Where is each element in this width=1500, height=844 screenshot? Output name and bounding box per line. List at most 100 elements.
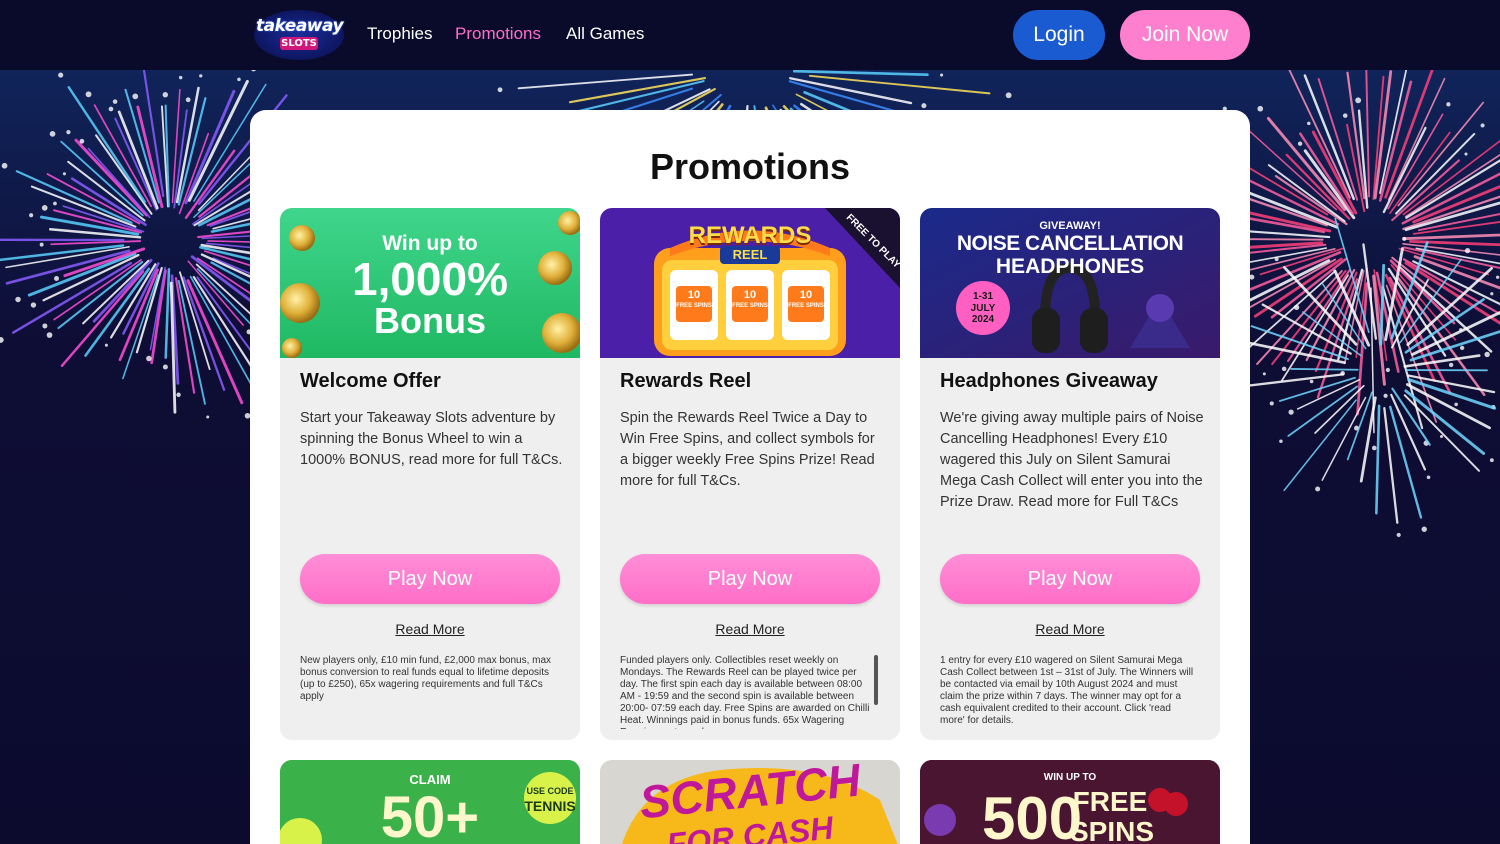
firework-spark [104, 343, 108, 347]
giveaway-date-month: JULY [970, 303, 996, 314]
promo-card-tennis[interactable]: CLAIM 50+ USE CODE TENNIS [280, 760, 580, 844]
firework-spark [108, 106, 114, 112]
promo-description: Start your Takeaway Slots adventure by s… [300, 410, 563, 468]
firework-spark [53, 201, 57, 206]
promo-card-scratch[interactable]: SCRATCH FOR CASH [600, 760, 900, 844]
firework-spark [79, 138, 85, 144]
firework-streak [1365, 70, 1371, 198]
nav-all-games[interactable]: All Games [566, 24, 644, 44]
firework-spark [112, 99, 118, 104]
play-now-button[interactable]: Play Now [620, 554, 880, 604]
firework-spark [66, 130, 71, 135]
firework-streak [808, 74, 991, 95]
firework-spark [1249, 274, 1255, 280]
play-now-button[interactable]: Play Now [940, 554, 1200, 604]
nav-trophies[interactable]: Trophies [367, 24, 433, 44]
firework-spark [1464, 152, 1468, 156]
giveaway-image-kicker: GIVEAWAY! [1039, 220, 1101, 232]
firework-spark [1279, 439, 1283, 444]
firework-spark [1315, 486, 1321, 492]
read-more-link[interactable]: Read More [600, 621, 900, 637]
firework-spark [54, 276, 60, 281]
tennis-image-amount: 50+ [380, 785, 480, 844]
promo-image-welcome[interactable]: Win up to 1,000% Bonus [280, 208, 580, 358]
spins-image-spins: SPINS [1070, 816, 1155, 844]
firework-spark [1402, 236, 1407, 241]
promo-card-headphones-giveaway: GIVEAWAY! NOISE CANCELLATION HEADPHONES … [920, 208, 1220, 740]
tennis-image-code-label: USE CODE [526, 786, 574, 796]
firework-spark [1383, 393, 1388, 398]
firework-spark [1385, 367, 1390, 373]
firework-spark [1288, 409, 1294, 415]
rewards-image-subtitle: REEL [732, 247, 768, 262]
firework-spark [1496, 275, 1500, 279]
reel-2-label: FREE SPINS [732, 303, 768, 309]
firework-spark [0, 337, 4, 343]
play-now-button[interactable]: Play Now [300, 554, 560, 604]
firework-spark [1480, 123, 1485, 128]
firework-spark [1297, 141, 1303, 146]
page-title: Promotions [649, 146, 850, 187]
promo-card-free-spins[interactable]: WIN UP TO 500 FREE SPINS [920, 760, 1220, 844]
firework-streak [0, 244, 125, 262]
join-now-button[interactable]: Join Now [1120, 10, 1250, 60]
firework-spark [162, 92, 169, 98]
firework-spark [1489, 458, 1494, 463]
promotions-panel: Promotions Win up to 1,000% Bonus Welcom… [250, 110, 1250, 844]
giveaway-date-range: 1-31 [972, 291, 993, 302]
reel-1-value: 10 [687, 289, 701, 301]
firework-spark [1446, 102, 1451, 107]
firework-spark [1464, 248, 1471, 254]
firework-spark [1269, 401, 1274, 406]
firework-streak [1261, 303, 1352, 355]
firework-streak [164, 268, 171, 359]
site-logo[interactable]: takeaway SLOTS [254, 10, 344, 60]
top-navigation-bar: takeaway SLOTS Trophies Promotions All G… [0, 0, 1500, 70]
firework-streak [792, 70, 929, 77]
firework-spark [30, 302, 37, 308]
firework-spark [162, 364, 168, 370]
firework-spark [1257, 105, 1264, 112]
nav-promotions[interactable]: Promotions [455, 24, 541, 44]
promo-image-headphones[interactable]: GIVEAWAY! NOISE CANCELLATION HEADPHONES … [920, 208, 1220, 358]
promo-title: Rewards Reel [620, 370, 752, 392]
firework-spark [921, 103, 927, 109]
giveaway-image-line2: HEADPHONES [995, 255, 1145, 278]
reel-2-value: 10 [743, 289, 757, 301]
login-button[interactable]: Login [1013, 10, 1105, 60]
firework-spark [251, 70, 256, 72]
firework-spark [46, 332, 53, 338]
terms-scrollbar[interactable] [874, 655, 878, 705]
logo-wordmark: takeaway [256, 16, 344, 36]
read-more-link[interactable]: Read More [280, 621, 580, 637]
firework-streak [1409, 240, 1500, 247]
firework-streak [1267, 164, 1346, 223]
reel-3-value: 10 [799, 289, 813, 301]
firework-streak [1403, 394, 1480, 472]
firework-spark [940, 73, 944, 77]
firework-streak [187, 79, 249, 202]
spins-image-amount: 500 [982, 785, 1083, 844]
firework-spark [1342, 113, 1348, 118]
firework-streak [1334, 217, 1370, 333]
firework-spark [1454, 402, 1458, 407]
firework-spark [49, 131, 56, 137]
firework-spark [178, 75, 183, 80]
firework-spark [1426, 475, 1431, 480]
firework-spark [1307, 121, 1311, 126]
firework-streak [150, 269, 167, 365]
promo-terms: Funded players only. Collectibles reset … [620, 655, 870, 729]
firework-spark [1281, 366, 1287, 372]
firework-spark [1421, 526, 1427, 532]
firework-spark [1490, 292, 1494, 296]
promo-image-rewards[interactable]: REWARDS REEL FREE TO PLAY 10 FREE SPINS … [600, 208, 900, 358]
welcome-image-line2: 1,000% [351, 253, 508, 305]
promo-card-welcome-offer: Win up to 1,000% Bonus Welcome Offer Sta… [280, 208, 580, 740]
read-more-link[interactable]: Read More [920, 621, 1220, 637]
firework-spark [62, 172, 66, 176]
firework-spark [185, 97, 191, 103]
reel-1-label: FREE SPINS [676, 303, 712, 309]
firework-spark [15, 296, 21, 303]
firework-spark [1448, 362, 1454, 368]
promo-card-rewards-reel: REWARDS REEL FREE TO PLAY 10 FREE SPINS … [600, 208, 900, 740]
